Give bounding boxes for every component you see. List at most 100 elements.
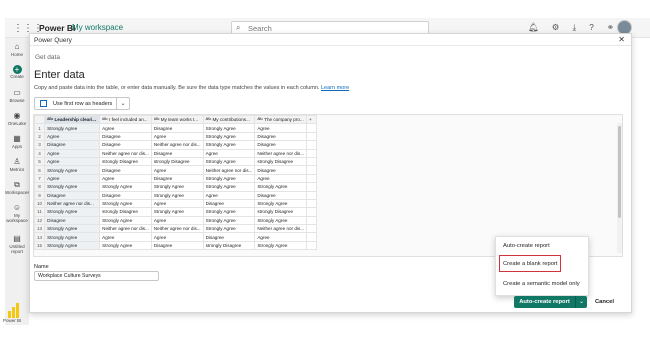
vertical-scrollbar[interactable]	[617, 123, 622, 253]
table-cell[interactable]: Neither agree nor dis...	[99, 224, 152, 234]
table-cell[interactable]: Disagree	[44, 140, 101, 150]
use-first-row-button[interactable]: Use first row as headers	[34, 97, 121, 110]
learn-more-link[interactable]: Learn more	[321, 85, 349, 91]
workspace-link[interactable]: My workspace	[72, 23, 123, 32]
table-cell[interactable]: Agree	[254, 123, 308, 133]
table-cell[interactable]: Disagree	[44, 215, 101, 226]
table-cell[interactable]: Strongly Agree	[150, 207, 204, 217]
table-cell[interactable]: Disagree	[150, 148, 204, 158]
menu-item-create-blank-report[interactable]: Create a blank report	[503, 261, 557, 267]
help-icon[interactable]: ?	[589, 22, 594, 33]
column-header[interactable]: ᴬᴮᶜ My contributions...	[202, 115, 256, 125]
chevron-down-icon[interactable]: ⌄	[575, 296, 587, 308]
table-cell[interactable]: Agree	[150, 215, 204, 226]
table-cell[interactable]: Strongly Agree	[202, 207, 256, 217]
table-cell[interactable]: Strongly Agree	[44, 182, 101, 192]
table-cell[interactable]: Agree	[99, 123, 152, 133]
table-cell[interactable]: Strongly Agree	[99, 240, 152, 251]
table-cell[interactable]: strongly Disagree	[254, 156, 308, 167]
table-cell[interactable]: Neither agree nor dis...	[254, 224, 308, 234]
table-cell[interactable]: Strongly Agree	[99, 182, 152, 192]
nav-metrics[interactable]: ♙ Metrics	[5, 157, 29, 172]
table-cell[interactable]: Strongly Agree	[202, 156, 256, 167]
table-cell[interactable]: Agree	[44, 131, 101, 142]
table-cell[interactable]: strongly Disagree	[99, 156, 152, 167]
power-bi-logo-icon[interactable]	[6, 302, 22, 318]
nav-apps[interactable]: ▦ Apps	[5, 134, 29, 149]
table-cell[interactable]: Strongly Agree	[44, 240, 101, 251]
table-cell[interactable]: Agree	[254, 232, 308, 242]
table-cell[interactable]: Strongly Agree	[202, 123, 256, 133]
menu-item-create-semantic-model[interactable]: Create a semantic model only	[503, 281, 580, 287]
table-cell[interactable]: Disagree	[202, 232, 256, 242]
table-cell[interactable]: Strongly Agree	[202, 173, 256, 184]
table-cell[interactable]: Disagree	[254, 131, 308, 142]
column-header[interactable]: ᴬᴮᶜ I feel included an...	[99, 115, 152, 125]
table-cell[interactable]: Disagree	[99, 140, 152, 150]
table-cell[interactable]: Disagree	[44, 190, 101, 200]
table-cell[interactable]: Neither agree nor dis...	[202, 165, 256, 175]
nav-workspaces[interactable]: ⧉ Workspaces	[5, 180, 30, 195]
table-cell[interactable]: Agree	[99, 232, 152, 242]
table-cell[interactable]: Agree	[99, 173, 152, 184]
table-cell[interactable]: Neither agree nor dis...	[254, 148, 308, 158]
nav-browse[interactable]: ▭ Browse	[5, 88, 29, 103]
table-cell[interactable]: Disagree	[254, 190, 308, 200]
table-cell[interactable]: Agree	[150, 131, 204, 142]
notifications-icon[interactable]: 🔔︎	[528, 22, 539, 33]
table-cell[interactable]: Strongly Agree	[44, 165, 101, 175]
table-cell[interactable]: Disagree	[150, 240, 204, 251]
table-cell[interactable]: Strongly Agree	[150, 182, 204, 192]
table-cell[interactable]: Agree	[254, 173, 308, 184]
table-cell[interactable]: Strongly Agree	[99, 198, 152, 209]
table-cell[interactable]: Strongly Agree	[44, 224, 101, 234]
nav-my-workspace[interactable]: ☺ My workspace	[5, 203, 29, 223]
close-icon[interactable]: ✕	[618, 35, 625, 44]
table-cell[interactable]: Disagree	[99, 131, 152, 142]
table-cell[interactable]: Strongly Agree	[254, 240, 308, 251]
table-cell[interactable]: Agree	[150, 198, 204, 209]
auto-create-report-button[interactable]: Auto-create report	[514, 296, 575, 308]
settings-icon[interactable]: ⚙	[552, 22, 560, 33]
table-cell[interactable]: Strongly Agree	[202, 131, 256, 142]
table-cell[interactable]: Agree	[44, 148, 101, 158]
table-cell[interactable]: Agree	[44, 156, 101, 167]
table-cell[interactable]: Neither agree nor dis...	[150, 140, 204, 150]
table-cell[interactable]: Agree	[150, 232, 204, 242]
nav-onelake[interactable]: ◉ OneLake	[5, 111, 29, 126]
download-icon[interactable]: ⤓	[572, 22, 576, 33]
table-cell[interactable]: strongly Disagree	[99, 207, 152, 217]
menu-item-auto-create-report[interactable]: Auto-create report	[503, 243, 550, 249]
nav-untitled-report[interactable]: ▤ Untitled report	[5, 234, 29, 254]
table-cell[interactable]: Disagree	[150, 173, 204, 184]
table-cell[interactable]: strongly Disagree	[150, 156, 204, 167]
table-cell[interactable]: Strongly Agree	[202, 215, 256, 226]
table-cell[interactable]: Strongly Agree	[254, 198, 308, 209]
table-cell[interactable]: Strongly Agree	[254, 215, 308, 226]
table-cell[interactable]: Strongly Agree	[44, 207, 101, 217]
chevron-down-icon[interactable]: ⌄	[116, 97, 130, 110]
nav-home[interactable]: ⌂ Home	[5, 42, 29, 57]
table-cell[interactable]: Agree	[44, 173, 101, 184]
table-cell[interactable]: Strongly Agree	[44, 232, 101, 242]
table-cell[interactable]: strongly Disagree	[202, 240, 256, 251]
table-cell[interactable]: Disagree	[99, 190, 152, 200]
table-cell[interactable]: Strongly Agree	[150, 190, 204, 200]
table-cell[interactable]: Disagree	[254, 140, 308, 150]
column-header[interactable]: ᴬᴮᶜ My team works t...	[150, 115, 204, 125]
table-cell[interactable]: Disagree	[99, 165, 152, 175]
table-cell[interactable]: Disagree	[254, 165, 308, 175]
breadcrumb[interactable]: Get data	[35, 54, 60, 61]
nav-create[interactable]: + Create	[5, 65, 29, 79]
table-cell[interactable]: strongly Disagree	[254, 207, 308, 217]
table-cell[interactable]: Strongly Agree	[254, 182, 308, 192]
table-cell[interactable]: Strongly Agree	[99, 215, 152, 226]
scrollbar-thumb[interactable]	[618, 126, 621, 218]
table-cell[interactable]: Neither agree nor dis...	[150, 224, 204, 234]
share-icon[interactable]: ⚭	[607, 22, 614, 33]
name-field[interactable]	[34, 271, 159, 281]
cancel-button[interactable]: Cancel	[592, 296, 617, 308]
brand-title[interactable]: Power BI	[39, 23, 75, 33]
table-cell[interactable]: Strongly Agree	[202, 140, 256, 150]
column-header[interactable]: ᴬᴮᶜ Leadership cleari...	[44, 115, 101, 125]
